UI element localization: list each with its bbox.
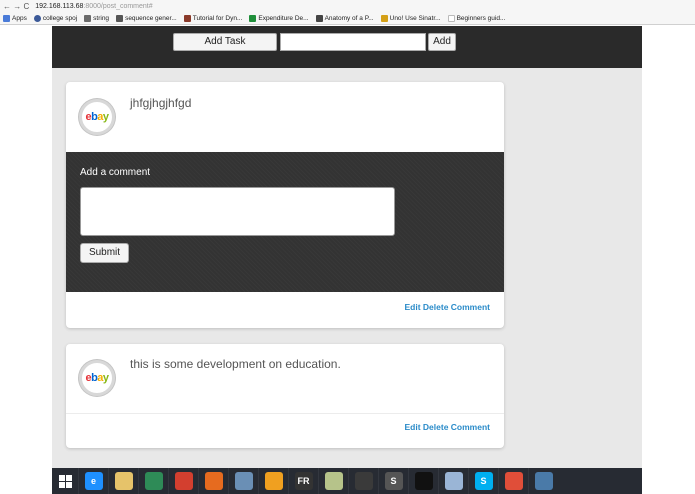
- sublime-taskbar-button[interactable]: S: [378, 468, 408, 494]
- bookmark-college-spoj[interactable]: college spoj: [33, 15, 77, 22]
- chrome-taskbar-button[interactable]: [168, 468, 198, 494]
- tutorial-icon: [183, 15, 191, 22]
- remote-taskbar-button[interactable]: [528, 468, 558, 494]
- bookmark-apps[interactable]: Apps: [3, 15, 27, 22]
- comment-panel: Add a comment Submit: [66, 152, 504, 292]
- taskbar-right-margin: [642, 468, 695, 494]
- taskbar: e FR S S: [52, 468, 642, 494]
- skype-icon: S: [474, 472, 493, 490]
- spoj-icon: [33, 15, 41, 22]
- terminal-icon: [414, 472, 433, 490]
- comment-label: Add a comment: [80, 167, 151, 178]
- ebay-avatar-icon: ebay: [79, 99, 115, 135]
- page-right-margin: [642, 26, 695, 468]
- remote-icon: [534, 472, 553, 490]
- bookmark-tutorial[interactable]: Tutorial for Dyn...: [183, 15, 242, 22]
- submit-button[interactable]: Submit: [80, 243, 129, 263]
- url-path: :8000/post_comment#: [83, 3, 153, 10]
- anatomy-icon: [315, 15, 323, 22]
- divider: [66, 413, 504, 414]
- network-icon: [234, 472, 253, 490]
- apps-icon: [3, 15, 10, 22]
- edit-link[interactable]: Edit: [404, 422, 420, 432]
- app-orange-taskbar-button[interactable]: [258, 468, 288, 494]
- post-actions: Edit Delete Comment: [404, 422, 490, 432]
- file-explorer-icon: [114, 472, 133, 490]
- add-button[interactable]: Add: [428, 33, 456, 51]
- folder-app-icon: [324, 472, 343, 490]
- delete-link[interactable]: Delete: [423, 422, 449, 432]
- task-input[interactable]: [280, 33, 426, 51]
- post-actions: Edit Delete Comment: [404, 302, 490, 312]
- document-icon: [444, 472, 463, 490]
- fr-app-taskbar-button[interactable]: FR: [288, 468, 318, 494]
- bookmark-string[interactable]: string: [84, 15, 109, 22]
- console-icon: [354, 472, 373, 490]
- comment-textarea[interactable]: [80, 187, 395, 236]
- address-bar[interactable]: ← → C 192.168.113.68:8000/post_comment#: [0, 0, 695, 13]
- comment-link[interactable]: Comment: [451, 422, 490, 432]
- bookmark-anatomy[interactable]: Anatomy of a P...: [315, 15, 374, 22]
- store-taskbar-button[interactable]: [138, 468, 168, 494]
- post-text: jhfgjhgjhfgd: [130, 96, 192, 110]
- internet-explorer-taskbar-button[interactable]: e: [78, 468, 108, 494]
- edit-link[interactable]: Edit: [404, 302, 420, 312]
- expenditure-icon: [249, 15, 257, 22]
- page-icon: [447, 15, 455, 22]
- sinatra-icon: [380, 15, 388, 22]
- terminal-taskbar-button[interactable]: [408, 468, 438, 494]
- add-task-button[interactable]: Add Task: [173, 33, 277, 51]
- post-text: this is some development on education.: [130, 357, 341, 371]
- app-orange-icon: [264, 472, 283, 490]
- git-taskbar-button[interactable]: [498, 468, 528, 494]
- skype-taskbar-button[interactable]: S: [468, 468, 498, 494]
- delete-link[interactable]: Delete: [423, 302, 449, 312]
- network-taskbar-button[interactable]: [228, 468, 258, 494]
- git-icon: [504, 472, 523, 490]
- bookmark-sinatra[interactable]: Uno! Use Sinatr...: [380, 15, 441, 22]
- taskbar-left-margin: [0, 468, 52, 494]
- ebay-avatar-icon: ebay: [79, 360, 115, 396]
- comment-link[interactable]: Comment: [451, 302, 490, 312]
- bookmark-sequence[interactable]: sequence gener...: [116, 15, 177, 22]
- task-toolbar: Add Task Add: [52, 26, 642, 68]
- fr-app-icon: FR: [294, 472, 313, 490]
- chrome-icon: [174, 472, 193, 490]
- sequence-icon: [116, 15, 124, 22]
- page-content: Add Task Add ebay jhfgjhgjhfgd Add a com…: [52, 26, 642, 468]
- string-icon: [84, 15, 92, 22]
- post-card: ebay jhfgjhgjhfgd Add a comment Submit E…: [66, 82, 504, 328]
- folder-app-taskbar-button[interactable]: [318, 468, 348, 494]
- bookmark-expenditure[interactable]: Expenditure De...: [249, 15, 309, 22]
- sublime-icon: S: [384, 472, 403, 490]
- internet-explorer-icon: e: [84, 472, 103, 490]
- navigation-buttons[interactable]: ← → C: [3, 2, 29, 11]
- store-icon: [144, 472, 163, 490]
- taskbar-icons: e FR S S: [78, 468, 558, 494]
- document-taskbar-button[interactable]: [438, 468, 468, 494]
- file-explorer-taskbar-button[interactable]: [108, 468, 138, 494]
- post-card: ebay this is some development on educati…: [66, 344, 504, 448]
- firefox-icon: [204, 472, 223, 490]
- windows-logo-icon: [58, 474, 72, 488]
- bookmarks-bar: Apps college spoj string sequence gener.…: [0, 13, 695, 25]
- bookmark-beginners[interactable]: Beginners guid...: [447, 15, 505, 22]
- console-taskbar-button[interactable]: [348, 468, 378, 494]
- start-button[interactable]: [52, 468, 78, 494]
- page-left-margin: [0, 26, 52, 468]
- firefox-taskbar-button[interactable]: [198, 468, 228, 494]
- url-host: 192.168.113.68: [35, 3, 84, 10]
